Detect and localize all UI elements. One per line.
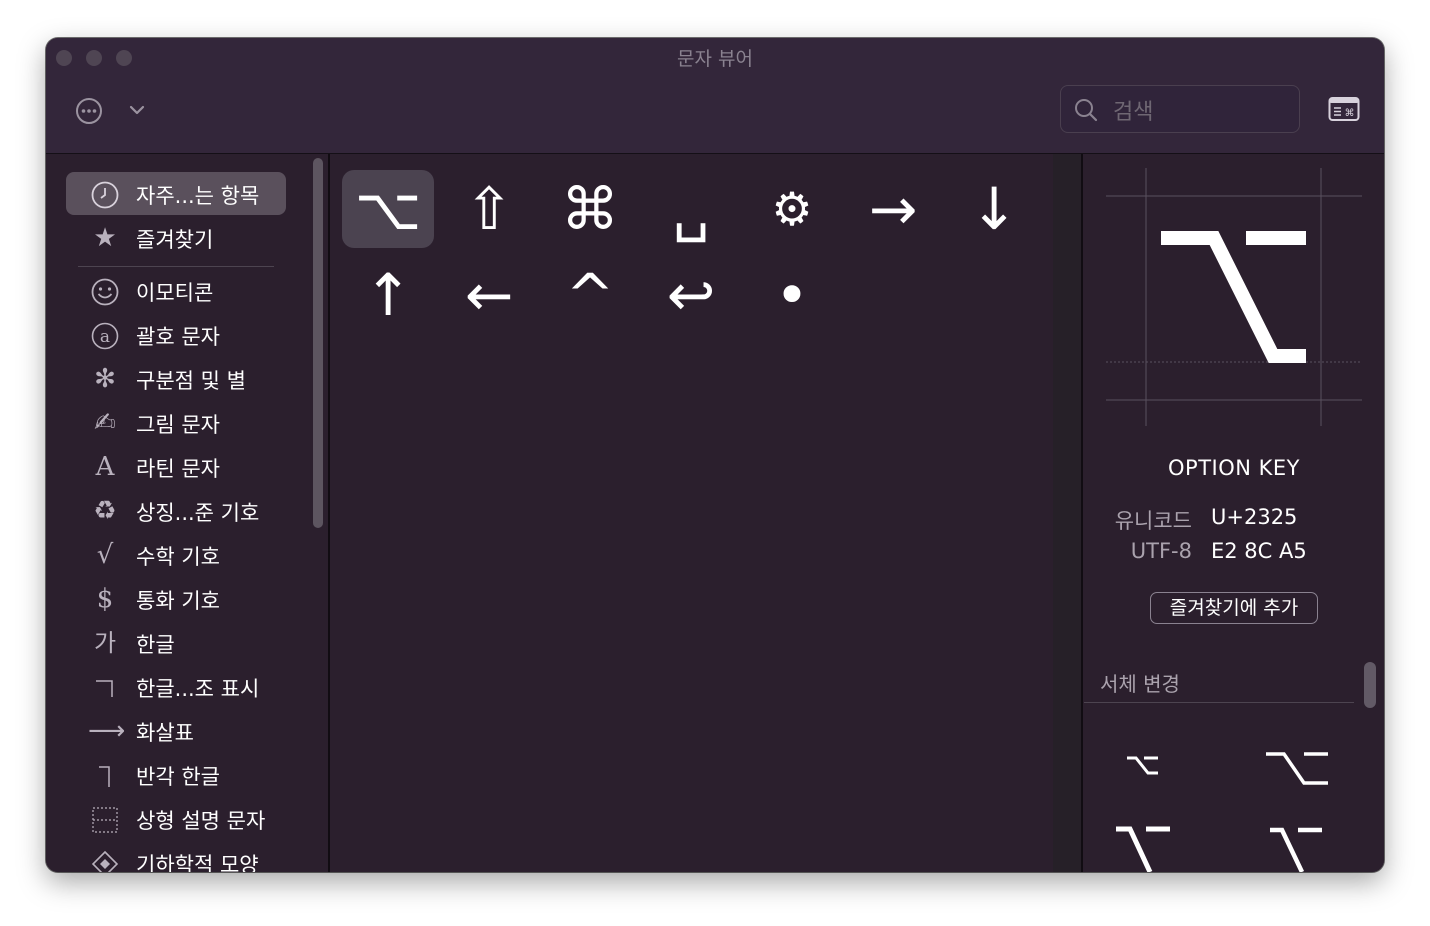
halfwidth-hangul-icon — [88, 761, 122, 789]
character-viewer-window: 문자 뷰어 검색 ⌘ 자주...는 항목 ★ 즐겨찾기 이모티콘 a 괄호 문자… — [46, 38, 1384, 872]
sidebar-item-label: 기하학적 모양 — [136, 853, 259, 872]
sidebar-item-ideographic-description[interactable]: 상형 설명 문자 — [66, 797, 286, 840]
char-shift-key[interactable]: ⇧ — [443, 170, 535, 248]
sidebar-item-label: 라틴 문자 — [136, 457, 220, 481]
sidebar-item-label: 즐겨찾기 — [136, 228, 214, 252]
sidebar-separator — [78, 266, 274, 267]
sidebar-item-label: 통화 기호 — [136, 589, 220, 613]
window-title: 문자 뷰어 — [677, 48, 753, 70]
diamond-icon — [88, 849, 122, 872]
sidebar-item-label: 반각 한글 — [136, 765, 220, 789]
sidebar-item-math[interactable]: √ 수학 기호 — [66, 533, 286, 576]
sidebar-item-pictographs[interactable]: ✍ 그림 문자 — [66, 401, 286, 444]
sidebar-item-halfwidth-hangul[interactable]: 반각 한글 — [66, 753, 286, 796]
char-space-key[interactable]: ␣ — [645, 170, 737, 248]
font-variation-title: 서체 변경 — [1100, 672, 1180, 696]
sidebar-item-currency[interactable]: $ 통화 기호 — [66, 577, 286, 620]
sidebar-item-label: 이모티콘 — [136, 281, 214, 305]
grid-scrollbar[interactable] — [1053, 154, 1081, 872]
char-down-arrow[interactable]: ↓ — [948, 170, 1040, 248]
dollar-icon: $ — [96, 584, 114, 614]
sidebar-item-arrows[interactable]: ⟶ 화살표 — [66, 709, 286, 752]
detail-scrollbar-thumb[interactable] — [1364, 662, 1376, 708]
search-field[interactable]: 검색 — [1060, 85, 1300, 133]
utf8-label: UTF-8 — [1130, 539, 1192, 563]
sidebar-item-label: 괄호 문자 — [136, 325, 220, 349]
character-grid: ⌥ ⇧ ⌘ ␣ ⚙ → ↓ ↑ ← ^ ↩ • — [330, 154, 1052, 872]
toolbar: 문자 뷰어 검색 ⌘ — [46, 38, 1384, 154]
arrow-right-icon: ⟶ — [88, 716, 126, 746]
sidebar-item-emoji[interactable]: 이모티콘 — [66, 269, 286, 312]
char-gear[interactable]: ⚙ — [746, 170, 838, 248]
smiley-icon — [88, 277, 122, 306]
sidebar-item-hangul[interactable]: 가 한글 — [66, 621, 286, 664]
char-left-arrow[interactable]: ← — [443, 256, 535, 334]
sidebar-item-hangul-compatibility[interactable]: 한글...조 표시 — [66, 665, 286, 708]
sidebar-item-label: 자주...는 항목 — [136, 184, 260, 208]
unicode-value: U+2325 — [1211, 505, 1298, 529]
character-name: OPTION KEY — [1168, 456, 1300, 480]
clock-icon — [88, 180, 122, 209]
detail-divider — [1081, 154, 1083, 872]
sidebar-item-label: 화살표 — [136, 721, 194, 745]
char-right-arrow[interactable]: → — [847, 170, 939, 248]
latin-a-icon: A — [95, 452, 115, 482]
star-icon: ★ — [93, 223, 117, 253]
sidebar-item-label: 한글 — [136, 633, 175, 657]
sidebar-item-latin[interactable]: A 라틴 문자 — [66, 445, 286, 488]
ellipsis-circle-icon[interactable] — [74, 96, 104, 130]
ideographic-description-icon — [88, 805, 122, 833]
char-command-key[interactable]: ⌘ — [544, 170, 636, 248]
add-to-favorites-button[interactable]: 즐겨찾기에 추가 — [1150, 592, 1318, 624]
sidebar-item-label: 상징...준 기호 — [136, 501, 260, 525]
sidebar-scrollbar-thumb[interactable] — [313, 158, 323, 528]
char-up-arrow[interactable]: ↑ — [342, 256, 434, 334]
asterisk-icon: ✻ — [94, 364, 116, 394]
char-bullet[interactable]: • — [746, 256, 838, 334]
font-variation-item[interactable] — [1124, 752, 1162, 782]
char-return-key[interactable]: ↩ — [645, 256, 737, 334]
keyboard-viewer-icon[interactable]: ⌘ — [1328, 96, 1360, 126]
sidebar-item-label: 구분점 및 별 — [136, 369, 246, 393]
square-root-icon: √ — [96, 540, 114, 570]
glyph-preview — [1106, 168, 1362, 430]
char-option-key[interactable]: ⌥ — [342, 170, 434, 248]
hangul-ga-icon: 가 — [93, 629, 117, 657]
writing-hand-icon: ✍ — [94, 408, 116, 438]
svg-text:⌘: ⌘ — [1345, 108, 1355, 119]
recycle-icon: ♻ — [93, 496, 117, 526]
hangul-giyeok-icon — [88, 673, 122, 701]
sidebar-item-geometric-shapes[interactable]: 기하학적 모양 — [66, 841, 286, 872]
sidebar-item-label: 그림 문자 — [136, 413, 220, 437]
utf8-value: E2 8C A5 — [1211, 539, 1307, 563]
char-control-key[interactable]: ^ — [544, 256, 636, 334]
sidebar-item-label: 수학 기호 — [136, 545, 220, 569]
unicode-label: 유니코드 — [1114, 509, 1192, 533]
font-variation-divider — [1084, 702, 1354, 703]
sidebar-item-favorites[interactable]: ★ 즐겨찾기 — [66, 216, 286, 259]
sidebar-item-bullets-stars[interactable]: ✻ 구분점 및 별 — [66, 357, 286, 400]
sidebar-item-label: 한글...조 표시 — [136, 677, 260, 701]
search-icon — [1073, 97, 1099, 127]
sidebar-item-frequently-used[interactable]: 자주...는 항목 — [66, 172, 286, 215]
font-variation-item[interactable] — [1264, 749, 1330, 793]
svg-text:a: a — [100, 327, 110, 347]
chevron-down-icon[interactable] — [128, 102, 146, 121]
character-detail-panel: OPTION KEY 유니코드 U+2325 UTF-8 E2 8C A5 즐겨… — [1084, 154, 1384, 872]
font-variation-item[interactable] — [1268, 826, 1328, 872]
category-sidebar: 자주...는 항목 ★ 즐겨찾기 이모티콘 a 괄호 문자 ✻ 구분점 및 별 … — [46, 154, 316, 872]
sidebar-item-enclosed-characters[interactable]: a 괄호 문자 — [66, 313, 286, 356]
sidebar-item-symbols[interactable]: ♻ 상징...준 기호 — [66, 489, 286, 532]
font-variation-item[interactable] — [1114, 824, 1174, 872]
search-placeholder: 검색 — [1113, 100, 1154, 125]
circled-a-icon: a — [88, 321, 122, 350]
sidebar-item-label: 상형 설명 문자 — [136, 809, 266, 833]
